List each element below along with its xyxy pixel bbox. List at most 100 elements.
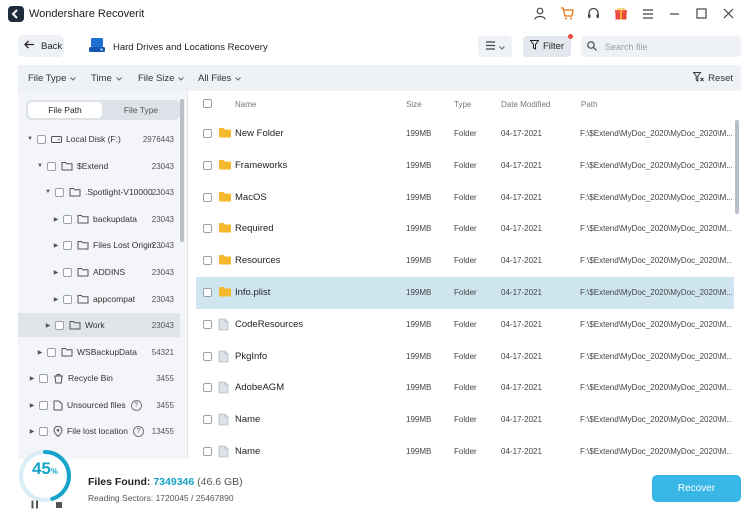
table-row[interactable]: Name 199MB Folder 04-17-2021 F:\$Extend\MyDo… bbox=[196, 436, 734, 459]
tree-item-checkbox[interactable] bbox=[39, 373, 48, 383]
table-row[interactable]: CodeResources 199MB Folder 04-17-2021 F:\$Ex… bbox=[196, 309, 734, 341]
table-scrollbar[interactable] bbox=[735, 120, 739, 214]
tree-item-checkbox[interactable] bbox=[39, 400, 48, 410]
folder-icon bbox=[77, 294, 89, 304]
recover-button[interactable]: Recover bbox=[652, 475, 741, 502]
chevron-down-icon bbox=[115, 73, 122, 84]
tree-item-checkbox[interactable] bbox=[47, 161, 56, 171]
file-type-dropdown[interactable]: File Type bbox=[28, 73, 77, 84]
row-checkbox[interactable] bbox=[203, 319, 212, 329]
filter-button[interactable]: Filter bbox=[523, 34, 573, 57]
maximize-icon[interactable] bbox=[694, 6, 709, 21]
caret-right-icon[interactable]: ▶ bbox=[36, 349, 44, 356]
tab-file-path[interactable]: File Path bbox=[28, 102, 102, 118]
file-path: F:\$Extend\MyDoc_2020\MyDoc_2020\M... bbox=[580, 288, 732, 297]
table-row[interactable]: Required 199MB Folder 04-17-2021 F:\$Extend\… bbox=[196, 213, 734, 245]
table-row[interactable]: Resources 199MB Folder 04-17-2021 F:\$Extend… bbox=[196, 245, 734, 277]
search-box[interactable] bbox=[581, 36, 741, 57]
table-row[interactable]: AdobeAGM 199MB Folder 04-17-2021 F:\$Extend\… bbox=[196, 372, 734, 404]
row-checkbox[interactable] bbox=[203, 129, 212, 138]
tree-item-checkbox[interactable] bbox=[37, 134, 46, 144]
pause-icon[interactable] bbox=[31, 500, 39, 511]
tree-item[interactable]: ▶ ADDINS 23043 bbox=[18, 260, 180, 284]
column-header-type[interactable]: Type bbox=[454, 100, 471, 109]
filter-icon bbox=[529, 40, 540, 53]
reset-button[interactable]: Reset bbox=[692, 72, 733, 85]
tree-item-checkbox[interactable] bbox=[63, 240, 72, 250]
row-checkbox[interactable] bbox=[203, 415, 212, 425]
tree-item[interactable]: ▶ WSBackupData 54321 bbox=[18, 340, 180, 364]
tab-file-type[interactable]: File Type bbox=[104, 102, 178, 118]
tree-item[interactable]: ▶ Unsourced files? 3455 bbox=[18, 393, 180, 417]
caret-down-icon[interactable]: ▼ bbox=[44, 189, 52, 195]
tree-item[interactable]: ▶ File lost location? 13455 bbox=[18, 419, 180, 443]
tree-item-checkbox[interactable] bbox=[63, 294, 72, 304]
table-row[interactable]: Info.plist 199MB Folder 04-17-2021 F:\$Exten… bbox=[196, 277, 734, 309]
minimize-icon[interactable] bbox=[667, 6, 682, 21]
back-button[interactable]: Back bbox=[18, 35, 64, 57]
row-checkbox[interactable] bbox=[203, 256, 212, 266]
tree-item-label: WSBackupData bbox=[77, 347, 137, 357]
tree-item-checkbox[interactable] bbox=[63, 267, 72, 277]
tree-item-checkbox[interactable] bbox=[55, 320, 64, 330]
tree-item[interactable]: ▶ appcompat 23043 bbox=[18, 287, 180, 311]
caret-right-icon[interactable]: ▶ bbox=[28, 428, 36, 435]
row-checkbox[interactable] bbox=[203, 383, 212, 393]
caret-right-icon[interactable]: ▶ bbox=[44, 322, 52, 329]
tree-item[interactable]: ▼ .Spotlight-V10000... 23043 bbox=[18, 180, 180, 204]
caret-right-icon[interactable]: ▶ bbox=[28, 375, 36, 382]
table-row[interactable]: MacOS 199MB Folder 04-17-2021 F:\$Extend\MyD… bbox=[196, 182, 734, 214]
caret-right-icon[interactable]: ▶ bbox=[52, 216, 60, 223]
caret-right-icon[interactable]: ▶ bbox=[52, 242, 60, 249]
tree-item-checkbox[interactable] bbox=[47, 347, 56, 357]
tree-item-checkbox[interactable] bbox=[63, 214, 72, 224]
caret-right-icon[interactable]: ▶ bbox=[52, 296, 60, 303]
stop-icon[interactable] bbox=[56, 502, 62, 508]
caret-down-icon[interactable]: ▼ bbox=[36, 163, 44, 169]
tree-item[interactable]: ▶ Files Lost Origin... 23043 bbox=[18, 233, 180, 257]
table-row[interactable]: Frameworks 199MB Folder 04-17-2021 F:\$Exten… bbox=[196, 150, 734, 182]
column-header-name[interactable]: Name bbox=[235, 100, 256, 109]
tree-item-checkbox[interactable] bbox=[55, 187, 64, 197]
progress-unit: % bbox=[50, 467, 59, 476]
sidebar-scrollbar[interactable] bbox=[180, 99, 184, 242]
tree-item[interactable]: ▶ Recycle Bin 3455 bbox=[18, 366, 180, 390]
row-checkbox[interactable] bbox=[203, 160, 212, 170]
caret-right-icon[interactable]: ▶ bbox=[52, 269, 60, 276]
caret-down-icon[interactable]: ▼ bbox=[26, 136, 34, 142]
tree-item-checkbox[interactable] bbox=[39, 426, 48, 436]
tree-item[interactable]: ▼ $Extend 23043 bbox=[18, 154, 180, 178]
file-name: Frameworks bbox=[235, 159, 288, 171]
help-icon[interactable]: ? bbox=[132, 425, 144, 437]
table-row[interactable]: New Folder 199MB Folder 04-17-2021 F:\$Exten… bbox=[196, 118, 734, 150]
view-toggle-button[interactable] bbox=[478, 36, 512, 57]
gift-icon[interactable] bbox=[613, 6, 628, 21]
tree-item[interactable]: ▼ Local Disk (F:) 2976443 bbox=[18, 127, 180, 151]
row-checkbox[interactable] bbox=[203, 447, 212, 456]
cart-icon[interactable] bbox=[559, 6, 574, 21]
file-size-dropdown[interactable]: File Size bbox=[138, 73, 185, 84]
all-files-dropdown[interactable]: All Files bbox=[198, 73, 242, 84]
column-header-path[interactable]: Path bbox=[581, 100, 597, 109]
tree-item[interactable]: ▶ Work 23043 bbox=[18, 313, 180, 337]
row-checkbox[interactable] bbox=[203, 351, 212, 361]
time-dropdown[interactable]: Time bbox=[91, 73, 122, 84]
search-input[interactable] bbox=[605, 41, 725, 52]
file-date-modified: 04-17-2021 bbox=[501, 447, 542, 456]
select-all-checkbox[interactable] bbox=[203, 99, 212, 108]
support-headset-icon[interactable] bbox=[586, 6, 601, 21]
row-checkbox[interactable] bbox=[203, 224, 212, 234]
tree-item[interactable]: ▶ backupdata 23043 bbox=[18, 207, 180, 231]
column-header-size[interactable]: Size bbox=[406, 100, 422, 109]
table-row[interactable]: Name 199MB Folder 04-17-2021 F:\$Extend\MyDo… bbox=[196, 404, 734, 436]
menu-icon[interactable] bbox=[640, 6, 655, 21]
user-icon[interactable] bbox=[532, 6, 547, 21]
column-header-date-modified[interactable]: Date Modified bbox=[501, 100, 550, 109]
help-icon[interactable]: ? bbox=[130, 399, 142, 411]
row-checkbox[interactable] bbox=[203, 288, 212, 297]
close-icon[interactable] bbox=[721, 6, 736, 21]
files-found-size: (46.6 GB) bbox=[197, 476, 243, 488]
row-checkbox[interactable] bbox=[203, 192, 212, 202]
caret-right-icon[interactable]: ▶ bbox=[28, 402, 36, 409]
table-row[interactable]: PkgInfo 199MB Folder 04-17-2021 F:\$Extend\M… bbox=[196, 341, 734, 373]
